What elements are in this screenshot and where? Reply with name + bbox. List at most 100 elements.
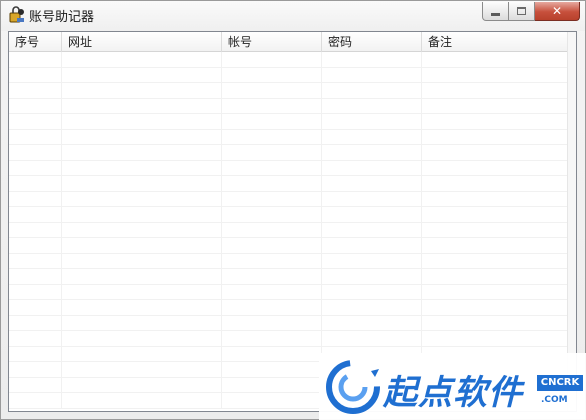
- table-row-empty: [9, 238, 576, 254]
- table-cell-empty: [422, 160, 568, 175]
- table-cell-empty: [222, 176, 322, 191]
- table-cell-empty: [9, 362, 62, 377]
- close-button[interactable]: ✕: [535, 2, 580, 21]
- table-cell-empty: [222, 98, 322, 113]
- table-cell-empty: [222, 238, 322, 253]
- table-cell-empty: [9, 145, 62, 160]
- table-cell-empty: [62, 315, 222, 330]
- table-cell-empty: [322, 114, 422, 129]
- table-row-empty: [9, 207, 576, 223]
- table-row-empty: [9, 114, 576, 130]
- table-cell-empty: [322, 98, 422, 113]
- table-cell-empty: [422, 83, 568, 98]
- table-cell-empty: [62, 160, 222, 175]
- table-cell-empty: [62, 346, 222, 361]
- column-header-account[interactable]: 帐号: [222, 32, 322, 52]
- table-row-empty: [9, 145, 576, 161]
- table-cell-empty: [422, 145, 568, 160]
- maximize-button[interactable]: [509, 2, 535, 21]
- table-cell-empty: [322, 300, 422, 315]
- table-cell-empty: [322, 331, 422, 346]
- table-cell-empty: [422, 191, 568, 206]
- table-cell-empty: [422, 207, 568, 222]
- table-cell-empty: [62, 52, 222, 67]
- table-cell-empty: [222, 52, 322, 67]
- table-cell-empty: [9, 238, 62, 253]
- table-cell-empty: [422, 222, 568, 237]
- table-cell-empty: [222, 129, 322, 144]
- table-cell-empty: [422, 52, 568, 67]
- window-controls: ✕: [482, 2, 580, 21]
- table-cell-empty: [9, 269, 62, 284]
- table-cell-empty: [9, 83, 62, 98]
- table-cell-empty: [222, 207, 322, 222]
- table-cell-empty: [62, 67, 222, 82]
- table-row-empty: [9, 300, 576, 316]
- watermark-brand: 起点软件: [383, 373, 523, 413]
- table-row-empty: [9, 52, 576, 68]
- minimize-button[interactable]: [482, 2, 509, 21]
- table-cell-empty: [422, 176, 568, 191]
- table-cell-empty: [222, 269, 322, 284]
- column-header-url[interactable]: 网址: [62, 32, 222, 52]
- table-cell-empty: [222, 284, 322, 299]
- column-header-index[interactable]: 序号: [9, 32, 62, 52]
- table-cell-empty: [62, 269, 222, 284]
- table-cell-empty: [9, 67, 62, 82]
- watermark-domain: .COM: [541, 395, 568, 405]
- column-header-password[interactable]: 密码: [322, 32, 422, 52]
- table-cell-empty: [62, 98, 222, 113]
- table-cell-empty: [222, 222, 322, 237]
- table-cell-empty: [62, 300, 222, 315]
- table-cell-empty: [422, 253, 568, 268]
- table-cell-empty: [9, 377, 62, 392]
- table-cell-empty: [222, 300, 322, 315]
- table-row-empty: [9, 269, 576, 285]
- table-cell-empty: [222, 393, 322, 408]
- table-cell-empty: [9, 114, 62, 129]
- table-cell-empty: [422, 238, 568, 253]
- table-cell-empty: [322, 160, 422, 175]
- table-cell-empty: [9, 315, 62, 330]
- table-cell-empty: [9, 253, 62, 268]
- table-cell-empty: [422, 300, 568, 315]
- close-icon: ✕: [551, 4, 563, 18]
- table-cell-empty: [322, 191, 422, 206]
- table-row-empty: [9, 83, 576, 99]
- window-title: 账号助记器: [29, 10, 95, 25]
- table-cell-empty: [222, 114, 322, 129]
- table-cell-empty: [322, 315, 422, 330]
- table-cell-empty: [62, 176, 222, 191]
- table-cell-empty: [9, 52, 62, 67]
- table-cell-empty: [422, 315, 568, 330]
- table-row-empty: [9, 67, 576, 83]
- table-cell-empty: [62, 207, 222, 222]
- table-cell-empty: [322, 222, 422, 237]
- table-cell-empty: [9, 393, 62, 408]
- table-cell-empty: [322, 269, 422, 284]
- table-cell-empty: [62, 191, 222, 206]
- table-cell-empty: [62, 253, 222, 268]
- table-cell-empty: [62, 393, 222, 408]
- table-cell-empty: [422, 269, 568, 284]
- table-cell-empty: [62, 238, 222, 253]
- column-header-note[interactable]: 备注: [422, 32, 568, 52]
- maximize-icon: [517, 7, 526, 15]
- table-cell-empty: [62, 83, 222, 98]
- table-cell-empty: [422, 114, 568, 129]
- table-cell-empty: [62, 129, 222, 144]
- table-cell-empty: [222, 362, 322, 377]
- table-cell-empty: [9, 176, 62, 191]
- app-icon: [9, 6, 24, 23]
- table-cell-empty: [322, 129, 422, 144]
- table-cell-empty: [422, 129, 568, 144]
- title-bar[interactable]: 账号助记器 ✕: [1, 1, 585, 31]
- table-cell-empty: [222, 191, 322, 206]
- table-row-empty: [9, 191, 576, 207]
- table-row-empty: [9, 222, 576, 238]
- table-cell-empty: [222, 331, 322, 346]
- table-row-empty: [9, 253, 576, 269]
- table-cell-empty: [9, 284, 62, 299]
- table-row-empty: [9, 176, 576, 192]
- table-cell-empty: [322, 238, 422, 253]
